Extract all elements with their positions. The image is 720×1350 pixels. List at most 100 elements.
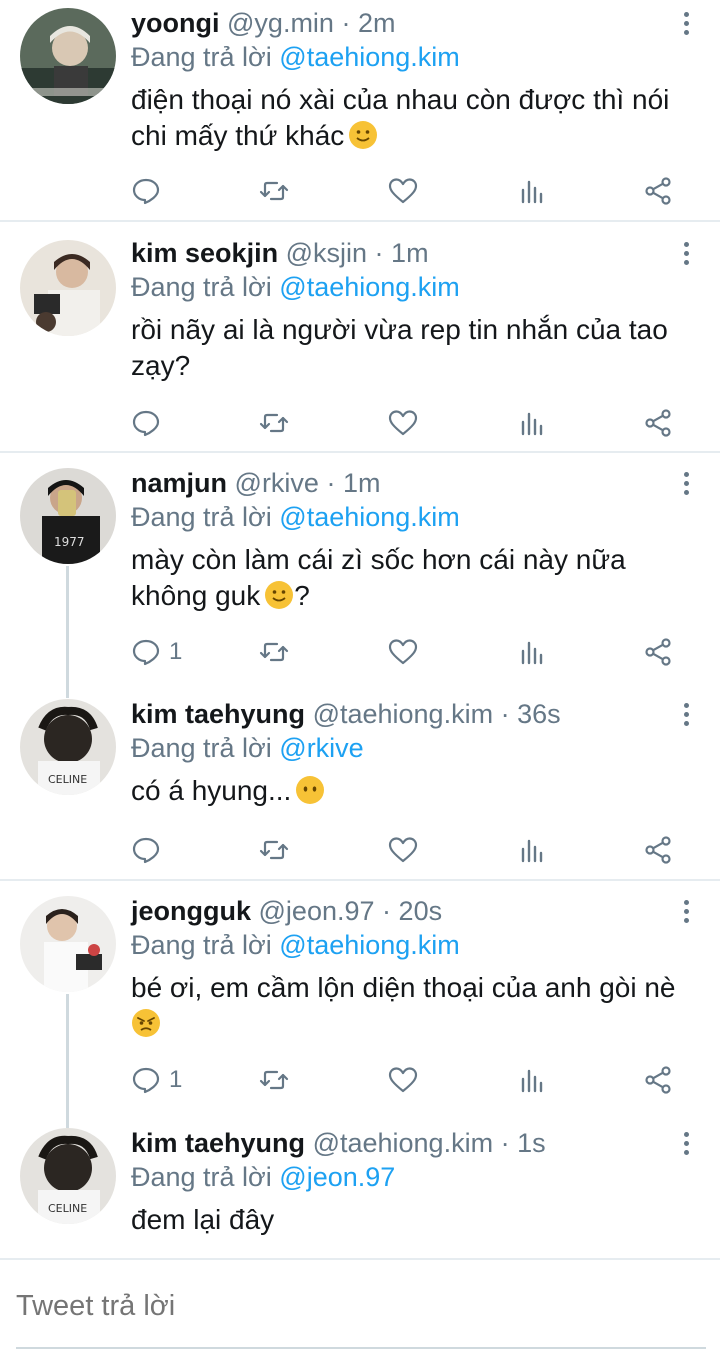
reply-button[interactable]	[131, 406, 161, 440]
like-button[interactable]	[388, 1063, 418, 1097]
author-handle: @taehiong.kim	[312, 699, 494, 729]
mention-link[interactable]: @jeon.97	[279, 1162, 395, 1192]
more-options-icon[interactable]	[682, 472, 690, 498]
analytics-button[interactable]	[517, 1063, 547, 1097]
reply-button[interactable]: 1	[131, 1063, 182, 1097]
analytics-button[interactable]	[517, 174, 547, 208]
tweet[interactable]: jeongguk @jeon.97 · 20s Đang trả lời @ta…	[0, 888, 720, 1108]
analytics-button[interactable]	[517, 406, 547, 440]
tweet[interactable]: CELINE kim taehyung @taehiong.kim · 1s Đ…	[0, 1120, 720, 1260]
reply-icon	[132, 837, 160, 864]
analytics-icon	[521, 641, 543, 665]
avatar[interactable]	[20, 896, 116, 992]
svg-text:CELINE: CELINE	[48, 1202, 87, 1215]
separator: ·	[326, 468, 336, 498]
author-handle: @yg.min	[227, 8, 334, 38]
tweet[interactable]: kim seokjin @ksjin · 1m Đang trả lời @ta…	[0, 230, 720, 450]
separator: ·	[374, 238, 384, 268]
tweet[interactable]: 1977 namjun @rkive · 1m Đang trả lời @ta…	[0, 460, 720, 688]
author-name[interactable]: jeongguk	[131, 896, 251, 926]
author-name[interactable]: kim seokjin	[131, 238, 278, 268]
mention-link[interactable]: @taehiong.kim	[279, 272, 460, 302]
mention-link[interactable]: @taehiong.kim	[279, 930, 460, 960]
author-handle: @ksjin	[285, 238, 368, 268]
avatar[interactable]: CELINE	[20, 699, 116, 795]
reply-count: 1	[169, 1066, 183, 1093]
tweet-actions: 1	[131, 635, 691, 669]
replying-label: Đang trả lời	[131, 930, 272, 960]
more-options-icon[interactable]	[682, 703, 690, 729]
timestamp[interactable]: 1m	[391, 238, 429, 268]
like-button[interactable]	[388, 174, 418, 208]
tweet-text: rồi nãy ai là người vừa rep tin nhắn của…	[131, 312, 686, 384]
mention-link[interactable]: @taehiong.kim	[279, 502, 460, 532]
timestamp[interactable]: 2m	[358, 8, 396, 38]
author-handle: @jeon.97	[258, 896, 375, 926]
author-handle: @rkive	[234, 468, 319, 498]
share-button[interactable]	[643, 174, 673, 208]
slightly-smiling-face-emoji	[265, 581, 294, 609]
tweet-text: điện thoại nó xài của nhau còn được thì …	[131, 82, 691, 154]
retweet-icon	[259, 1070, 289, 1090]
retweet-button[interactable]	[259, 833, 289, 867]
more-options-icon[interactable]	[682, 242, 690, 268]
tweet-header: namjun @rkive · 1m	[131, 466, 381, 500]
more-options-icon[interactable]	[682, 1132, 690, 1158]
retweet-button[interactable]	[259, 174, 289, 208]
separator: ·	[382, 896, 392, 926]
author-name[interactable]: kim taehyung	[131, 1128, 305, 1158]
replying-label: Đang trả lời	[131, 733, 272, 763]
avatar[interactable]	[20, 240, 116, 336]
tweet-text-content: điện thoại nó xài của nhau còn được thì …	[131, 84, 670, 151]
tweet-actions: 1	[131, 1063, 691, 1097]
retweet-button[interactable]	[259, 635, 289, 669]
avatar[interactable]	[20, 8, 116, 104]
mention-link[interactable]: @rkive	[279, 733, 363, 763]
like-button[interactable]	[388, 635, 418, 669]
share-button[interactable]	[643, 833, 673, 867]
timestamp[interactable]: 1m	[343, 468, 381, 498]
mention-link[interactable]: @taehiong.kim	[279, 42, 460, 72]
tweet-header: kim taehyung @taehiong.kim · 36s	[131, 697, 561, 731]
timestamp[interactable]: 36s	[517, 699, 561, 729]
more-options-icon[interactable]	[682, 12, 690, 38]
replying-label: Đang trả lời	[131, 272, 272, 302]
reply-button[interactable]: 1	[131, 635, 182, 669]
retweet-button[interactable]	[259, 1063, 289, 1097]
tweet-text-content: bé ơi, em cầm lộn diện thoại của anh gòi…	[131, 972, 676, 1003]
tweet[interactable]: CELINE kim taehyung @taehiong.kim · 36s …	[0, 691, 720, 879]
tweet-text: đem lại đây	[131, 1202, 691, 1238]
tweet-text-content: đem lại đây	[131, 1204, 275, 1235]
reply-input-underline	[16, 1347, 706, 1349]
tweet-text-content: có á hyung...	[131, 775, 292, 806]
like-button[interactable]	[388, 406, 418, 440]
share-button[interactable]	[643, 406, 673, 440]
analytics-icon	[521, 180, 543, 204]
retweet-icon	[259, 642, 289, 662]
tweet-actions	[131, 406, 691, 440]
retweet-button[interactable]	[259, 406, 289, 440]
like-icon	[388, 410, 418, 436]
timestamp[interactable]: 1s	[517, 1128, 546, 1158]
reply-button[interactable]	[131, 174, 161, 208]
avatar[interactable]: CELINE	[20, 1128, 116, 1224]
analytics-button[interactable]	[517, 833, 547, 867]
like-button[interactable]	[388, 833, 418, 867]
share-icon	[645, 409, 671, 437]
author-name[interactable]: yoongi	[131, 8, 220, 38]
author-name[interactable]: namjun	[131, 468, 227, 498]
analytics-button[interactable]	[517, 635, 547, 669]
reply-input[interactable]	[16, 1283, 706, 1329]
more-options-icon[interactable]	[682, 900, 690, 926]
share-button[interactable]	[643, 1063, 673, 1097]
share-button[interactable]	[643, 635, 673, 669]
like-icon	[388, 1067, 418, 1093]
share-icon	[645, 836, 671, 864]
tweet-text: mày còn làm cái zì sốc hơn cái này nữa k…	[131, 542, 651, 614]
reply-button[interactable]	[131, 833, 161, 867]
author-name[interactable]: kim taehyung	[131, 699, 305, 729]
timestamp[interactable]: 20s	[399, 896, 443, 926]
tweet[interactable]: yoongi @yg.min · 2m Đang trả lời @taehio…	[0, 0, 720, 222]
tweet-text-content: rồi nãy ai là người vừa rep tin nhắn của…	[131, 314, 668, 381]
avatar[interactable]: 1977	[20, 468, 116, 564]
